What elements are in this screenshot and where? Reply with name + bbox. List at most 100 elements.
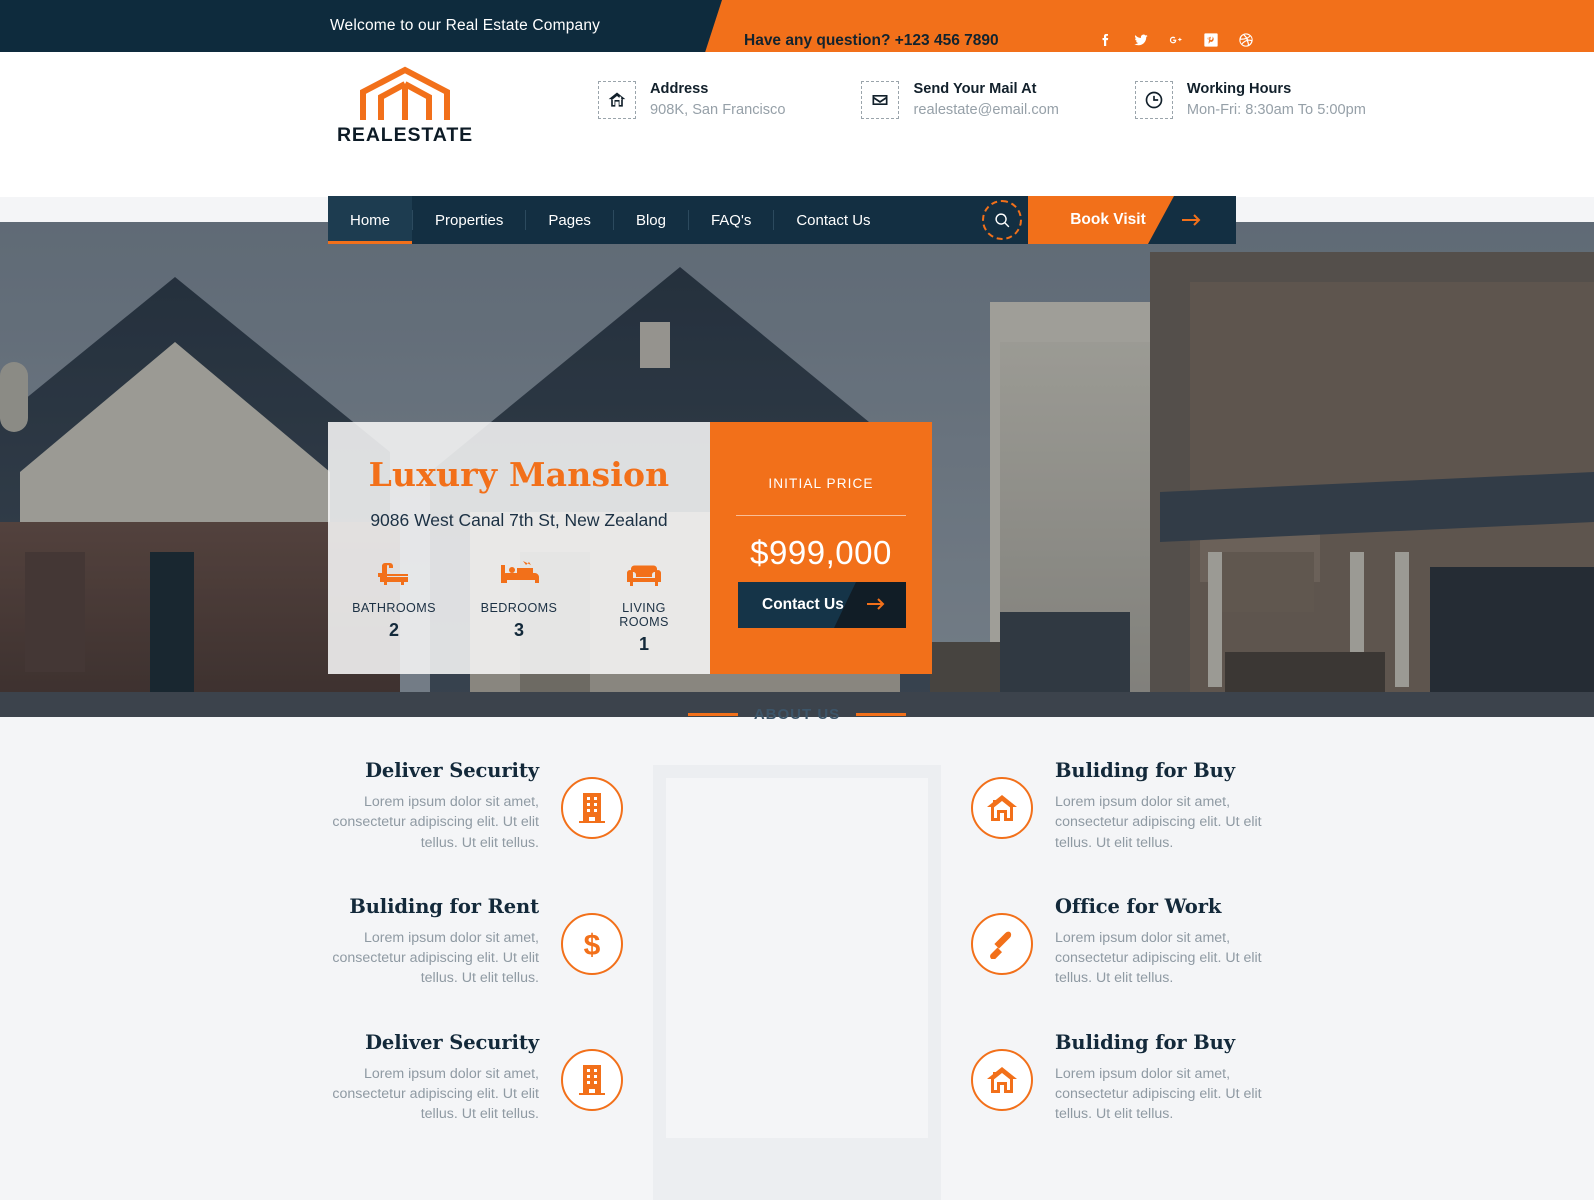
- spec-living-rooms: LIVING ROOMS 1: [602, 559, 687, 655]
- feature-title: Buliding for Buy: [1055, 759, 1235, 782]
- price-value: $999,000: [750, 534, 892, 571]
- spec-value: 1: [638, 634, 649, 654]
- feature-text: Lorem ipsum dolor sit amet, consectetur …: [332, 929, 539, 987]
- dollar-icon: $: [561, 912, 623, 975]
- arrow-right-icon: [1182, 214, 1201, 226]
- info-value: Mon-Fri: 8:30am To 5:00pm: [1186, 101, 1366, 118]
- about-left-column: Deliver Security Lorem ipsum dolor sit a…: [323, 745, 623, 1200]
- sofa-icon: [602, 559, 687, 589]
- envelope-icon: [861, 81, 900, 120]
- building-icon: [561, 1048, 623, 1111]
- spec-value: 2: [388, 620, 399, 640]
- search-icon[interactable]: [982, 200, 1022, 240]
- google-plus-icon[interactable]: [1168, 31, 1184, 49]
- price-panel: INITIAL PRICE $999,000 Contact Us: [710, 422, 932, 674]
- about-label: ABOUT US: [753, 706, 841, 723]
- info-title: Working Hours: [1186, 81, 1292, 97]
- feature-text: Lorem ipsum dolor sit amet, consectetur …: [332, 794, 539, 851]
- property-card: Luxury Mansion 9086 West Canal 7th St, N…: [328, 422, 710, 674]
- logo-text: REALESTATE: [336, 124, 474, 146]
- top-bar: Welcome to our Real Estate Company Have …: [0, 0, 1594, 52]
- feature-item: Office for Work Lorem ipsum dolor sit am…: [971, 895, 1271, 989]
- about-section-header: ABOUT US: [0, 706, 1594, 723]
- house-icon: [971, 1048, 1033, 1111]
- contact-us-button[interactable]: Contact Us: [738, 582, 906, 628]
- nav-item-contact-us[interactable]: Contact Us: [774, 196, 892, 244]
- spec-value: 3: [513, 620, 524, 640]
- nav-label: Properties: [435, 211, 504, 229]
- info-hours: Working Hours Mon-Fri: 8:30am To 5:00pm: [1134, 80, 1366, 120]
- feature-text: Lorem ipsum dolor sit amet, consectetur …: [1055, 929, 1262, 987]
- nav-item-faqs[interactable]: FAQ's: [689, 196, 773, 244]
- property-specs: BATHROOMS 2 BEDROOMS 3 LIVING ROOMS 1: [352, 559, 687, 655]
- book-visit-label: Book Visit: [1070, 211, 1146, 228]
- hero-banner: Luxury Mansion 9086 West Canal 7th St, N…: [0, 222, 1594, 717]
- property-title: Luxury Mansion: [368, 455, 670, 494]
- feature-title: Buliding for Rent: [349, 894, 539, 918]
- feature-item: Deliver Security Lorem ipsum dolor sit a…: [323, 759, 623, 853]
- arrow-right-icon: [866, 597, 886, 616]
- clock-icon: [1134, 81, 1173, 120]
- feature-title: Deliver Security: [365, 1030, 539, 1054]
- info-title: Send Your Mail At: [913, 81, 1037, 97]
- spec-label: BEDROOMS: [480, 601, 558, 615]
- about-image-inner: [666, 778, 928, 1138]
- logo[interactable]: REALESTATE: [330, 66, 480, 147]
- header-info-list: Address 908K, San Francisco Send Your Ma…: [598, 80, 1366, 120]
- welcome-text: Welcome to our Real Estate Company: [330, 17, 601, 34]
- divider-right: [856, 713, 907, 716]
- facebook-icon[interactable]: [1098, 31, 1114, 49]
- feature-text: Lorem ipsum dolor sit amet, consectetur …: [332, 1065, 539, 1123]
- spec-label: BATHROOMS: [352, 601, 436, 615]
- divider-left: [687, 713, 738, 716]
- price-divider: [736, 515, 906, 516]
- spec-bathrooms: BATHROOMS 2: [352, 559, 437, 655]
- about-section: Deliver Security Lorem ipsum dolor sit a…: [0, 745, 1594, 1200]
- about-image-placeholder: [653, 765, 941, 1200]
- house-icon: [971, 777, 1033, 839]
- tool-icon: [971, 912, 1033, 975]
- svg-text:$: $: [584, 929, 601, 960]
- bed-icon: [477, 559, 562, 589]
- feature-item: Deliver Security Lorem ipsum dolor sit a…: [323, 1031, 623, 1125]
- info-mail: Send Your Mail At realestate@email.com: [861, 80, 1059, 120]
- feature-title: Deliver Security: [365, 759, 539, 782]
- feature-text: Lorem ipsum dolor sit amet, consectetur …: [1055, 1065, 1262, 1123]
- nav-item-blog[interactable]: Blog: [614, 196, 688, 244]
- dribbble-icon[interactable]: [1238, 31, 1254, 49]
- info-value: 908K, San Francisco: [650, 101, 786, 118]
- pinterest-icon[interactable]: [1203, 31, 1219, 49]
- spec-bedrooms: BEDROOMS 3: [477, 559, 562, 655]
- feature-title: Buliding for Buy: [1055, 1030, 1235, 1054]
- nav-label: Pages: [548, 211, 591, 229]
- main-navigation: Home Properties Pages Blog FAQ's Contact…: [0, 196, 1594, 244]
- info-address: Address 908K, San Francisco: [598, 80, 785, 120]
- nav-item-home[interactable]: Home: [328, 196, 413, 244]
- page-root: Welcome to our Real Estate Company Have …: [0, 0, 1594, 1200]
- price-label: INITIAL PRICE: [768, 476, 874, 491]
- home-icon: [598, 81, 636, 120]
- nav-item-pages[interactable]: Pages: [526, 196, 613, 244]
- feature-title: Office for Work: [1055, 894, 1222, 918]
- nav-label: FAQ's: [710, 211, 752, 229]
- social-links: [1098, 31, 1254, 49]
- feature-item: Buliding for Buy Lorem ipsum dolor sit a…: [971, 759, 1271, 853]
- feature-item: Buliding for Buy Lorem ipsum dolor sit a…: [971, 1031, 1271, 1125]
- twitter-icon[interactable]: [1133, 31, 1149, 49]
- feature-text: Lorem ipsum dolor sit amet, consectetur …: [1055, 794, 1262, 851]
- nav-items: Home Properties Pages Blog FAQ's Contact…: [328, 196, 1028, 244]
- contact-button-label: Contact Us: [762, 596, 844, 613]
- property-address: 9086 West Canal 7th St, New Zealand: [370, 510, 668, 530]
- building-icon: [561, 777, 623, 839]
- question-text: Have any question? +123 456 7890: [744, 32, 999, 49]
- info-value: realestate@email.com: [913, 101, 1059, 118]
- nav-label: Contact Us: [796, 211, 871, 229]
- bathtub-icon: [352, 559, 437, 589]
- nav-item-properties[interactable]: Properties: [413, 196, 525, 244]
- site-header: REALESTATE Address 908K, San Francisco S…: [0, 52, 1594, 197]
- nav-label: Blog: [635, 211, 666, 229]
- logo-building-icon: [360, 66, 450, 120]
- about-right-column: Buliding for Buy Lorem ipsum dolor sit a…: [971, 745, 1271, 1200]
- spec-label: LIVING ROOMS: [619, 601, 669, 629]
- nav-label: Home: [350, 211, 391, 229]
